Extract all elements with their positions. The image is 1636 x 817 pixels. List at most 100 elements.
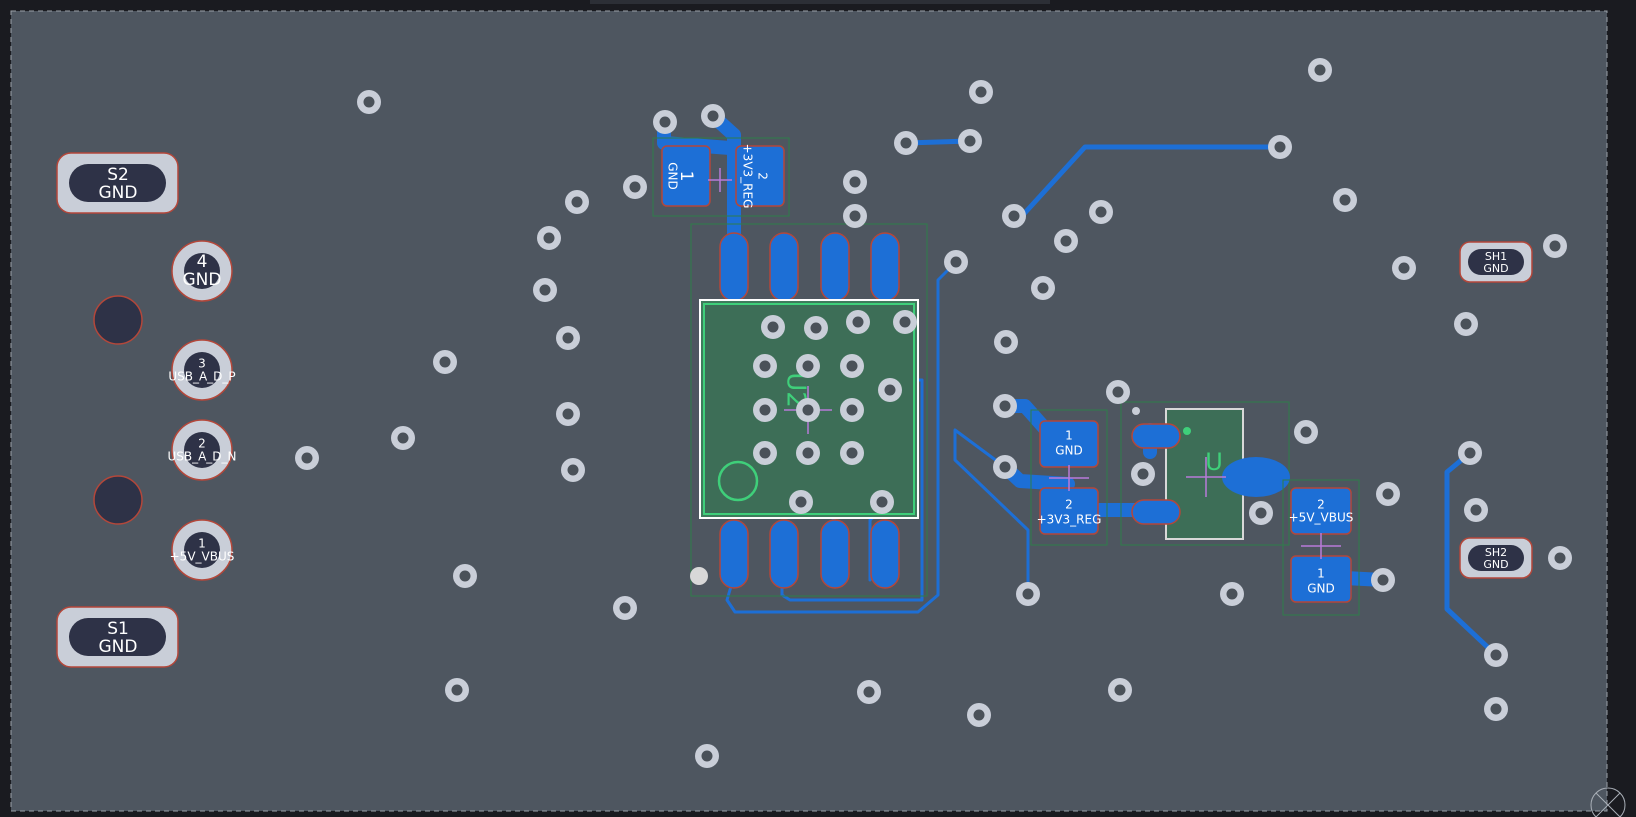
via[interactable] bbox=[789, 490, 813, 514]
mounting-hole bbox=[93, 475, 143, 525]
pad-number: 2 bbox=[1317, 498, 1325, 512]
via[interactable] bbox=[433, 350, 457, 374]
via[interactable] bbox=[1220, 582, 1244, 606]
via[interactable] bbox=[1543, 234, 1567, 258]
via[interactable] bbox=[1371, 568, 1395, 592]
designator-label: U bbox=[1205, 448, 1223, 476]
pad-number: S1 bbox=[107, 619, 129, 639]
via[interactable] bbox=[1333, 188, 1357, 212]
via[interactable] bbox=[878, 378, 902, 402]
pad-number: 4 bbox=[197, 252, 208, 272]
via[interactable] bbox=[840, 441, 864, 465]
via[interactable] bbox=[1484, 697, 1508, 721]
via[interactable] bbox=[753, 441, 777, 465]
via[interactable] bbox=[1464, 498, 1488, 522]
via[interactable] bbox=[796, 398, 820, 422]
via[interactable] bbox=[1031, 276, 1055, 300]
pad-net: GND bbox=[99, 637, 138, 657]
pad-number: 2 bbox=[198, 437, 206, 451]
via[interactable] bbox=[295, 446, 319, 470]
via[interactable] bbox=[613, 596, 637, 620]
via[interactable] bbox=[556, 402, 580, 426]
via[interactable] bbox=[969, 80, 993, 104]
via[interactable] bbox=[1376, 482, 1400, 506]
via[interactable] bbox=[796, 354, 820, 378]
pad-net: USB_A_D_N bbox=[167, 450, 236, 464]
connector-pin-4[interactable]: 4 GND bbox=[171, 240, 233, 302]
via[interactable] bbox=[653, 110, 677, 134]
via[interactable] bbox=[623, 175, 647, 199]
via[interactable] bbox=[796, 441, 820, 465]
via[interactable] bbox=[1458, 441, 1482, 465]
via[interactable] bbox=[1484, 643, 1508, 667]
pad-net: GND bbox=[1483, 262, 1508, 275]
shield-pad-sh1[interactable]: SH1 GND bbox=[1459, 241, 1533, 283]
pad-number: 3 bbox=[198, 357, 206, 371]
via[interactable] bbox=[753, 398, 777, 422]
pad-net: USB_A_D_P bbox=[168, 370, 235, 384]
via[interactable] bbox=[840, 398, 864, 422]
via[interactable] bbox=[804, 316, 828, 340]
via[interactable] bbox=[1108, 678, 1132, 702]
via[interactable] bbox=[561, 458, 585, 482]
shield-pad-s1[interactable]: S1 GND bbox=[56, 606, 179, 668]
pin1-marker-icon bbox=[1132, 407, 1140, 415]
via[interactable] bbox=[1054, 229, 1078, 253]
mounting-hole bbox=[93, 295, 143, 345]
via[interactable] bbox=[1454, 312, 1478, 336]
via[interactable] bbox=[1392, 256, 1416, 280]
pad-net: +3V3_REG bbox=[1037, 513, 1102, 527]
via[interactable] bbox=[1002, 204, 1026, 228]
via[interactable] bbox=[1089, 200, 1113, 224]
pad-net: GND bbox=[1055, 444, 1083, 458]
via[interactable] bbox=[958, 129, 982, 153]
via[interactable] bbox=[843, 204, 867, 228]
via[interactable] bbox=[753, 354, 777, 378]
via[interactable] bbox=[533, 278, 557, 302]
via[interactable] bbox=[1294, 420, 1318, 444]
via[interactable] bbox=[695, 744, 719, 768]
via[interactable] bbox=[843, 170, 867, 194]
via[interactable] bbox=[1106, 380, 1130, 404]
via[interactable] bbox=[391, 426, 415, 450]
via[interactable] bbox=[1016, 582, 1040, 606]
pad-number: 2 bbox=[756, 172, 770, 180]
via[interactable] bbox=[967, 703, 991, 727]
via[interactable] bbox=[993, 394, 1017, 418]
via[interactable] bbox=[537, 226, 561, 250]
pad-net: GND bbox=[183, 270, 222, 290]
pin1-marker-icon bbox=[1183, 427, 1191, 435]
via[interactable] bbox=[840, 354, 864, 378]
via[interactable] bbox=[556, 326, 580, 350]
via[interactable] bbox=[357, 90, 381, 114]
shield-pad-sh2[interactable]: SH2 GND bbox=[1459, 537, 1533, 579]
via[interactable] bbox=[761, 315, 785, 339]
via[interactable] bbox=[565, 190, 589, 214]
via[interactable] bbox=[993, 455, 1017, 479]
pad-net: +5V_VBUS bbox=[1289, 511, 1354, 525]
via[interactable] bbox=[701, 104, 725, 128]
via[interactable] bbox=[1131, 462, 1155, 486]
via[interactable] bbox=[944, 250, 968, 274]
shield-pad-s2[interactable]: S2 GND bbox=[56, 152, 179, 214]
pad-net: GND bbox=[1307, 582, 1335, 596]
via[interactable] bbox=[893, 310, 917, 334]
via[interactable] bbox=[1249, 501, 1273, 525]
via[interactable] bbox=[1548, 546, 1572, 570]
via[interactable] bbox=[870, 490, 894, 514]
via[interactable] bbox=[453, 564, 477, 588]
pcb-canvas[interactable]: S2 GND S1 GND 4 GND 3 USB_A_D_P 2 USB_A_ bbox=[0, 0, 1636, 817]
via[interactable] bbox=[857, 680, 881, 704]
pad-number: S2 bbox=[107, 165, 129, 185]
via[interactable] bbox=[1268, 135, 1292, 159]
pad-net: +3V3_REG bbox=[741, 144, 755, 209]
pad-net: GND bbox=[1483, 558, 1508, 571]
pad-number: 2 bbox=[1065, 498, 1073, 512]
via[interactable] bbox=[445, 678, 469, 702]
via[interactable] bbox=[994, 330, 1018, 354]
fiducial-icon bbox=[690, 567, 708, 585]
via[interactable] bbox=[1308, 58, 1332, 82]
pad-net: +5V_VBUS bbox=[170, 550, 235, 564]
via[interactable] bbox=[846, 310, 870, 334]
via[interactable] bbox=[894, 131, 918, 155]
